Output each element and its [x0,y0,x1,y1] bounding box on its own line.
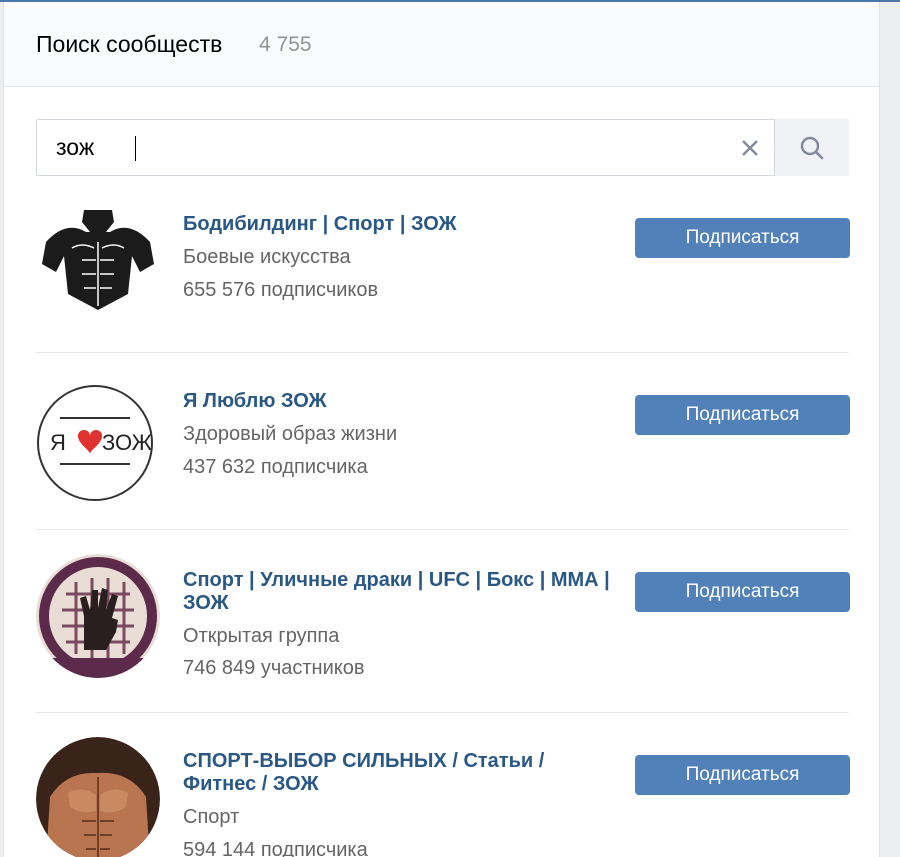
list-item: Бодибилдинг | Спорт | ЗОЖ Боевые искусст… [36,202,850,332]
divider [36,529,849,530]
search-button[interactable] [774,119,849,176]
search-input[interactable] [38,121,728,174]
subscribe-button[interactable]: Подписаться [635,572,850,612]
avatar[interactable] [36,554,160,678]
page-background-strip [881,2,900,857]
subscribe-button[interactable]: Подписаться [635,395,850,435]
community-members: 594 144 подписчика [183,839,368,857]
close-icon[interactable] [735,133,765,163]
avatar[interactable] [36,202,160,326]
search-box [36,119,849,176]
community-category: Здоровый образ жизни [183,423,398,445]
community-category: Спорт [183,806,240,828]
results-count: 4 755 [259,33,312,56]
community-category: Открытая группа [183,625,340,647]
list-item: СПОРТ-ВЫБОР СИЛЬНЫХ / Статьи / Фитнес / … [36,737,850,857]
community-name-link[interactable]: СПОРТ-ВЫБОР СИЛЬНЫХ / Статьи / Фитнес / … [183,750,623,796]
community-members: 746 849 участников [183,657,365,679]
avatar-text-left: Я [50,430,66,455]
community-search-panel: Поиск сообществ 4 755 зож Бодибилдинг | … [3,2,880,857]
search-icon [800,136,824,160]
community-members: 437 632 подписчика [183,456,368,478]
panel-header: Поиск сообществ 4 755 [4,2,879,87]
list-item: Спорт | Уличные драки | UFC | Бокс | ММА… [36,554,850,694]
divider [36,712,849,713]
community-name-link[interactable]: Спорт | Уличные драки | UFC | Бокс | ММА… [183,569,623,615]
community-name-link[interactable]: Я Люблю ЗОЖ [183,390,623,413]
community-category: Боевые искусства [183,246,351,268]
avatar[interactable]: Я ЗОЖ [36,384,154,502]
avatar-text-right: ЗОЖ [102,430,153,455]
page-title: Поиск сообществ [36,31,223,57]
divider [36,352,849,353]
avatar[interactable] [36,737,160,857]
list-item: Я ЗОЖ Я Люблю ЗОЖ Здоровый образ жизни 4… [36,379,850,509]
subscribe-button[interactable]: Подписаться [635,218,850,258]
text-caret [135,136,136,161]
community-name-link[interactable]: Бодибилдинг | Спорт | ЗОЖ [183,213,623,236]
subscribe-button[interactable]: Подписаться [635,755,850,795]
community-members: 655 576 подписчиков [183,279,379,301]
